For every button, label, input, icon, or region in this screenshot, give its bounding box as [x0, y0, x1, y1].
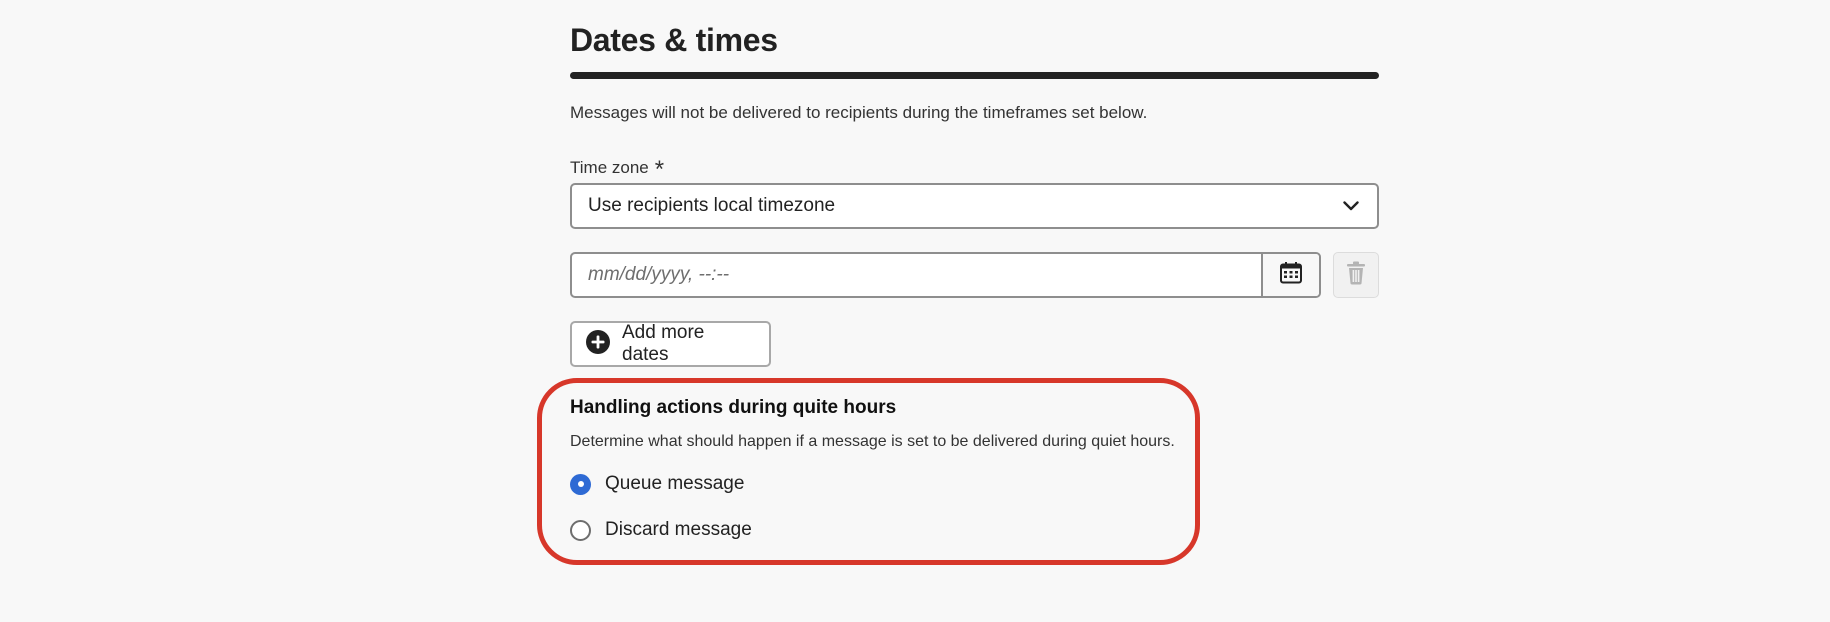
timezone-label-text: Time zone [570, 158, 649, 177]
radio-queue-message[interactable] [570, 473, 591, 495]
dates-times-panel: Dates & times Messages will not be deliv… [0, 0, 1830, 622]
add-circle-icon [586, 329, 610, 359]
add-more-dates-label: Add more dates [622, 322, 705, 365]
radio-option-queue-message[interactable]: Queue message [570, 473, 744, 495]
quiet-hours-description: Determine what should happen if a messag… [570, 433, 1175, 450]
section-description: Messages will not be delivered to recipi… [570, 103, 1148, 122]
delete-date-button[interactable] [1333, 252, 1379, 298]
add-more-dates-button[interactable]: Add more dates [570, 321, 771, 367]
timezone-label: Time zone * [570, 154, 664, 182]
chevron-down-icon [1341, 196, 1361, 216]
radio-label: Queue message [605, 473, 745, 494]
date-time-field [570, 252, 1321, 298]
timezone-select[interactable]: Use recipients local timezone [570, 183, 1379, 229]
quiet-hours-title: Handling actions during quite hours [570, 397, 897, 418]
timezone-selected-value: Use recipients local timezone [588, 195, 836, 216]
section-title: Dates & times [570, 22, 778, 58]
calendar-icon [1279, 261, 1303, 290]
title-divider [570, 72, 1379, 79]
radio-discard-message[interactable] [570, 519, 591, 541]
required-indicator: * [654, 156, 665, 183]
radio-label: Discard message [605, 519, 752, 540]
trash-icon [1345, 261, 1367, 290]
calendar-button[interactable] [1261, 254, 1319, 296]
radio-option-discard-message[interactable]: Discard message [570, 519, 752, 541]
date-time-input[interactable] [572, 254, 1261, 296]
